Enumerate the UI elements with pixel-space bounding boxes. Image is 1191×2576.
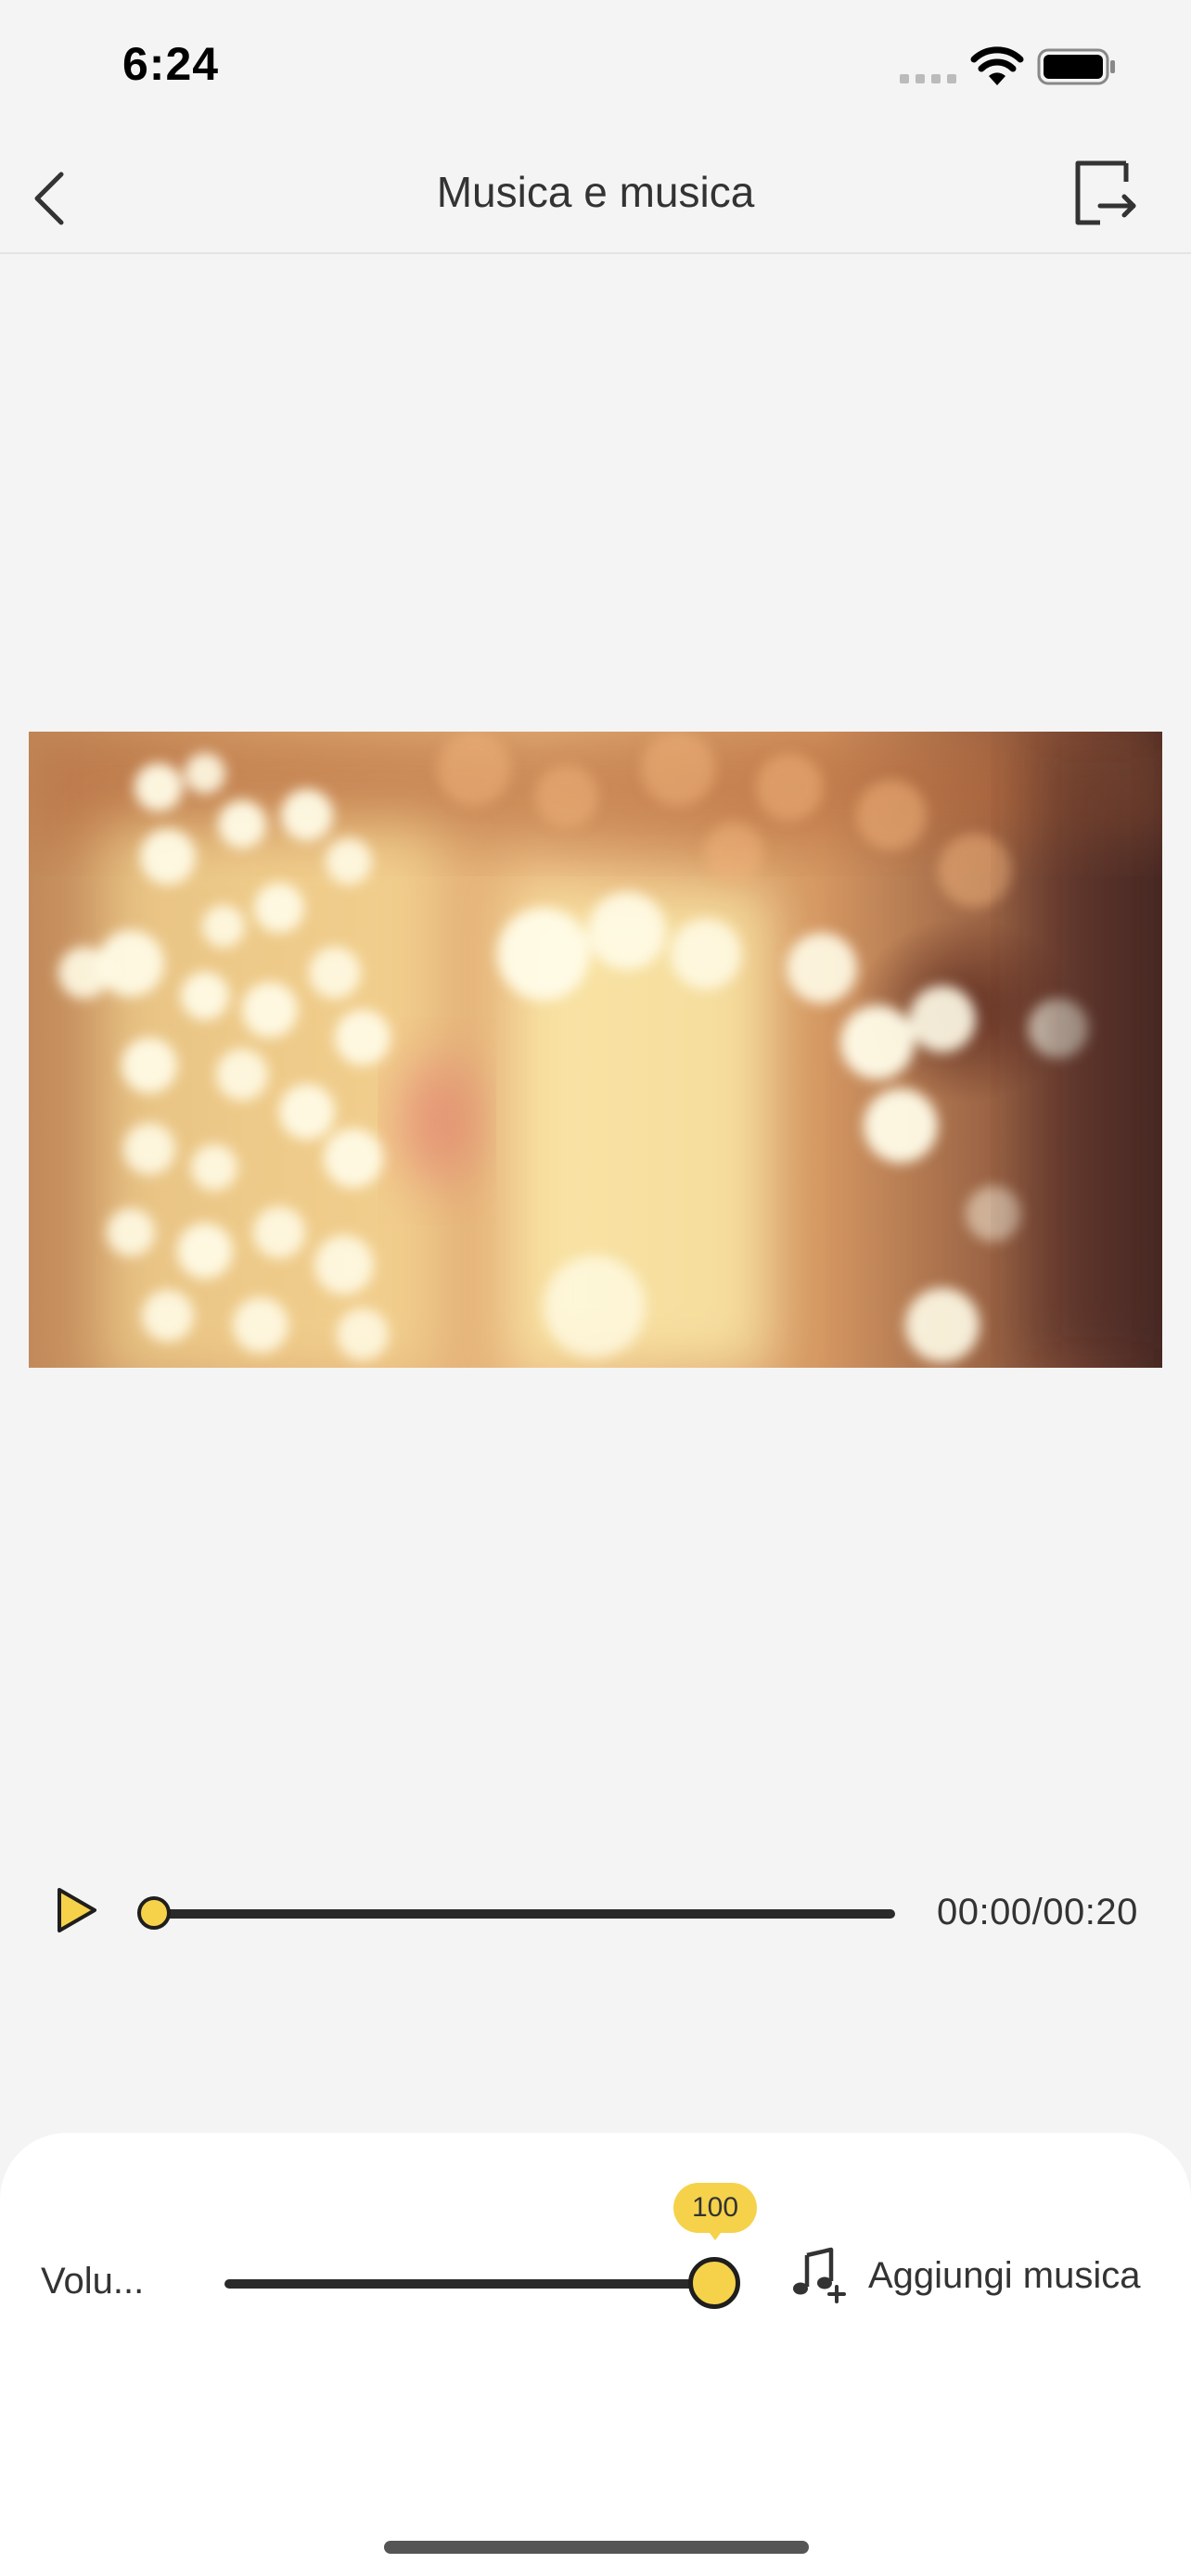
volume-value-badge: 100	[673, 2183, 757, 2233]
export-button[interactable]	[1072, 158, 1143, 232]
wifi-icon	[970, 46, 1024, 85]
video-preview[interactable]	[29, 732, 1162, 1368]
add-music-label: Aggiungi musica	[868, 2255, 1141, 2296]
home-indicator[interactable]	[384, 2541, 809, 2554]
video-bokeh-image	[29, 732, 1162, 1368]
progress-knob[interactable]	[137, 1896, 171, 1930]
signal-icon	[900, 74, 956, 83]
add-music-button[interactable]: Aggiungi musica	[788, 2242, 1159, 2307]
play-button[interactable]	[50, 1882, 102, 1938]
time-readout: 00:00/00:20	[937, 1892, 1138, 1932]
status-time: 6:24	[122, 38, 220, 90]
export-icon	[1075, 160, 1136, 225]
screen: 6:24 Musica e musica 00:00/00:20 Volu...…	[0, 0, 1191, 2576]
volume-knob[interactable]	[688, 2257, 740, 2309]
volume-label: Volu...	[41, 2261, 145, 2302]
volume-track[interactable]	[224, 2279, 714, 2289]
status-bar: 6:24	[0, 0, 1191, 139]
page-title: Musica e musica	[436, 168, 755, 216]
play-icon	[58, 1888, 96, 1932]
player-controls: 00:00/00:20	[0, 1869, 1191, 1958]
battery-icon	[1037, 48, 1115, 85]
volume-badge-tail	[707, 2229, 724, 2240]
nav-bar: Musica e musica	[0, 139, 1191, 254]
progress-track[interactable]	[153, 1909, 895, 1919]
music-add-icon	[793, 2247, 846, 2303]
bottom-panel: Volu... 100 Aggiungi musica	[0, 2133, 1191, 2576]
